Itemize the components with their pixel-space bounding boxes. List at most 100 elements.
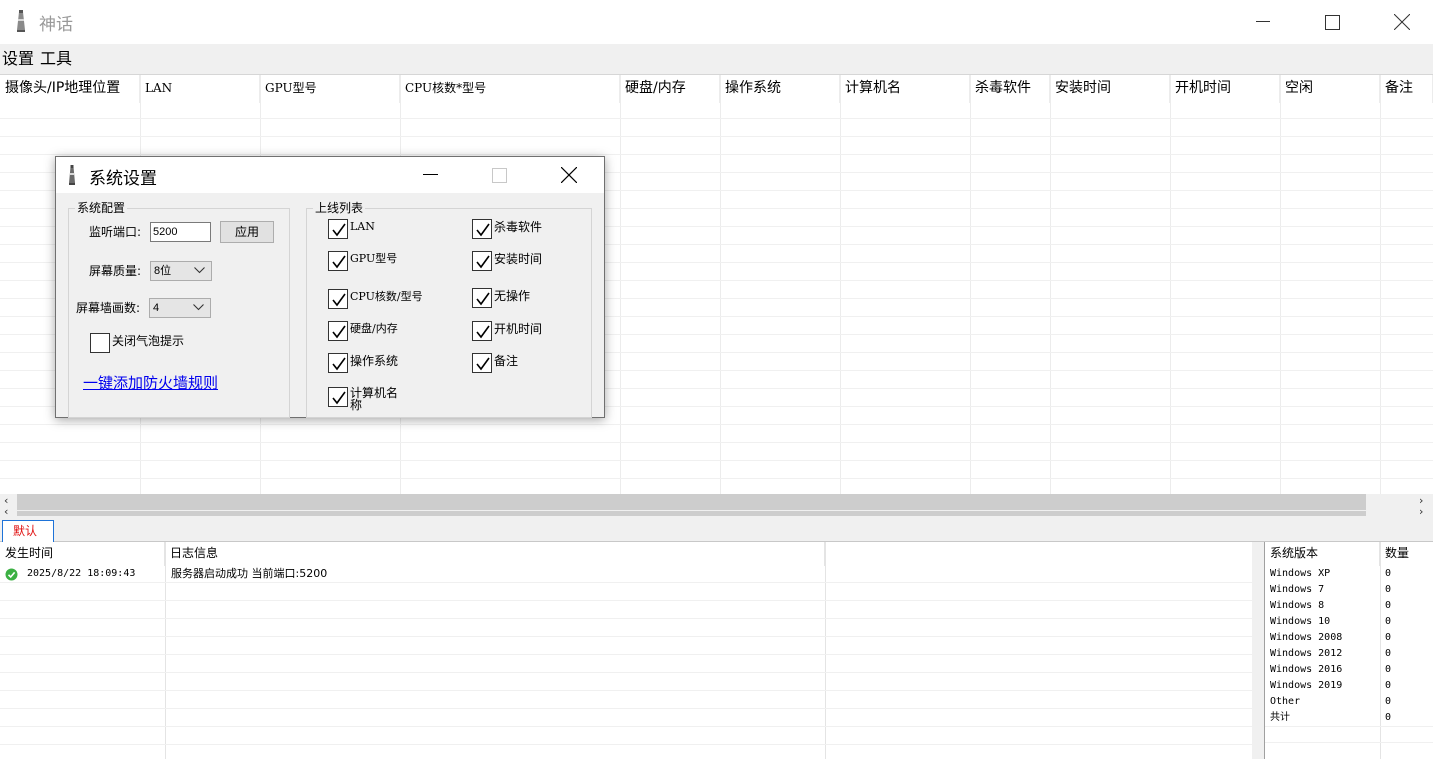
checkmark-icon	[476, 357, 490, 371]
stats-row[interactable]: Windows 7 0	[1265, 582, 1433, 598]
column-checkbox-lan[interactable]	[328, 219, 348, 239]
column-header-gpu[interactable]: GPU型号	[260, 75, 400, 103]
grid-line	[840, 75, 841, 494]
horizontal-scrollbar[interactable]: ‹ › ‹ ›	[0, 494, 1433, 518]
column-header-os[interactable]: 操作系统	[720, 75, 840, 103]
column-header-cpu[interactable]: CPU核数*型号	[400, 75, 620, 103]
scroll-right-icon[interactable]: ›	[1419, 506, 1429, 518]
stats-row[interactable]: 共计 0	[1265, 710, 1433, 726]
maximize-button[interactable]	[1297, 0, 1367, 44]
stats-header: 系统版本 数量	[1265, 542, 1433, 566]
panel-splitter[interactable]	[1252, 542, 1264, 759]
checkmark-icon	[332, 255, 346, 269]
apply-button[interactable]: 应用	[220, 221, 274, 243]
column-checkbox-cpu[interactable]	[328, 289, 348, 309]
stats-os-name: Windows 2012	[1270, 648, 1343, 659]
stats-os-name: 共计	[1270, 712, 1290, 723]
dialog-close-button[interactable]	[547, 157, 591, 193]
menu-tools[interactable]: 工具	[40, 45, 72, 73]
column-header-disk-memory[interactable]: 硬盘/内存	[620, 75, 720, 103]
grid-line	[0, 654, 1252, 655]
check-circle-icon	[5, 568, 18, 581]
log-row[interactable]: 2025/8/22 18:09:43 服务器启动成功 当前端口:5200	[0, 566, 1252, 582]
dialog-title-bar[interactable]: 系统设置	[56, 157, 604, 193]
column-header-computer-name[interactable]: 计算机名	[840, 75, 970, 103]
grid-line	[0, 442, 1433, 443]
stats-os-name: Windows XP	[1270, 568, 1331, 579]
stats-row[interactable]: Windows 2019 0	[1265, 678, 1433, 694]
column-checkbox-os[interactable]	[328, 353, 348, 373]
stats-count: 0	[1385, 696, 1392, 707]
stats-count: 0	[1385, 648, 1392, 659]
column-header-install-time[interactable]: 安装时间	[1050, 75, 1170, 103]
stats-os-name: Windows 8	[1270, 600, 1325, 611]
column-checkbox-boot-time[interactable]	[472, 321, 492, 341]
stats-row[interactable]: Windows 2008 0	[1265, 630, 1433, 646]
stats-column-count[interactable]: 数量	[1380, 542, 1433, 566]
grid-line	[0, 154, 1433, 155]
dialog-minimize-button[interactable]	[408, 157, 452, 193]
settings-dialog: 系统设置 系统配置 监听端口: 5200 应用 屏幕质量: 8位 屏幕墙画数: …	[55, 156, 605, 418]
close-icon	[1394, 14, 1410, 30]
log-column-time[interactable]: 发生时间	[0, 542, 165, 566]
scroll-left-icon[interactable]: ‹	[4, 506, 14, 518]
column-header-boot-time[interactable]: 开机时间	[1170, 75, 1280, 103]
column-header-remark[interactable]: 备注	[1380, 75, 1433, 103]
column-checkbox-label: 安装时间	[494, 252, 543, 266]
column-header-lan[interactable]: LAN	[140, 75, 260, 103]
bubble-tip-checkbox[interactable]	[90, 333, 110, 353]
column-header-idle[interactable]: 空闲	[1280, 75, 1380, 103]
lighthouse-icon	[69, 165, 75, 185]
wall-count-select[interactable]: 4	[149, 298, 211, 318]
stats-row[interactable]: Windows 10 0	[1265, 614, 1433, 630]
port-input[interactable]: 5200	[150, 222, 211, 242]
column-checkbox-label: LAN	[350, 220, 375, 233]
column-checkbox-antivirus[interactable]	[472, 219, 492, 239]
column-checkbox-remark[interactable]	[472, 353, 492, 373]
column-checkbox-computer-name[interactable]	[328, 387, 348, 407]
stats-row[interactable]: Windows 2016 0	[1265, 662, 1433, 678]
stats-row[interactable]: Other 0	[1265, 694, 1433, 710]
scrollbar-thumb[interactable]	[17, 511, 1366, 516]
column-header-location[interactable]: 摄像头/IP地理位置	[0, 75, 140, 103]
stats-os-name: Windows 2019	[1270, 680, 1343, 691]
checkmark-icon	[332, 293, 346, 307]
column-checkbox-disk-memory[interactable]	[328, 321, 348, 341]
os-stats-panel[interactable]: 系统版本 数量 Windows XP 0 Windows 7 0 Windows 8…	[1264, 542, 1433, 759]
dialog-maximize-button[interactable]	[477, 157, 521, 193]
firewall-rule-link[interactable]: 一键添加防火墙规则	[83, 372, 218, 393]
checkmark-icon	[332, 223, 346, 237]
column-checkbox-install-time[interactable]	[472, 251, 492, 271]
close-button[interactable]	[1367, 0, 1433, 44]
close-icon	[561, 167, 577, 183]
scrollbar-thumb[interactable]	[17, 494, 1366, 510]
column-checkbox-gpu[interactable]	[328, 251, 348, 271]
stats-row[interactable]: Windows XP 0	[1265, 566, 1433, 582]
column-checkbox-idle[interactable]	[472, 288, 492, 308]
dialog-title: 系统设置	[89, 169, 157, 189]
stats-column-os[interactable]: 系统版本	[1265, 542, 1380, 566]
stats-row[interactable]: Windows 8 0	[1265, 598, 1433, 614]
group-tab-strip: 默认	[0, 518, 1433, 542]
log-column-message[interactable]: 日志信息	[165, 542, 825, 566]
stats-os-name: Windows 2008	[1270, 632, 1343, 643]
stats-count: 0	[1385, 584, 1392, 595]
grid-line	[970, 75, 971, 494]
minimize-button[interactable]	[1228, 0, 1298, 44]
log-panel[interactable]: 发生时间 日志信息 2025/8/22 18:09:43 服务器启动成功 当前端…	[0, 542, 1252, 759]
quality-select[interactable]: 8位	[150, 261, 212, 281]
grid-line	[0, 600, 1252, 601]
stats-row[interactable]: Windows 2012 0	[1265, 646, 1433, 662]
system-config-group-label: 系统配置	[75, 201, 128, 215]
menu-settings[interactable]: 设置	[2, 45, 34, 73]
grid-line	[0, 582, 1252, 583]
grid-line	[0, 478, 1433, 479]
grid-line	[0, 618, 1252, 619]
stats-count: 0	[1385, 712, 1392, 723]
column-header-antivirus[interactable]: 杀毒软件	[970, 75, 1050, 103]
tab-default[interactable]: 默认	[2, 520, 54, 542]
port-label: 监听端口:	[89, 225, 142, 239]
minimize-icon	[1256, 21, 1270, 22]
column-checkbox-label-tail: 称	[350, 398, 363, 412]
grid-line	[1265, 742, 1433, 743]
